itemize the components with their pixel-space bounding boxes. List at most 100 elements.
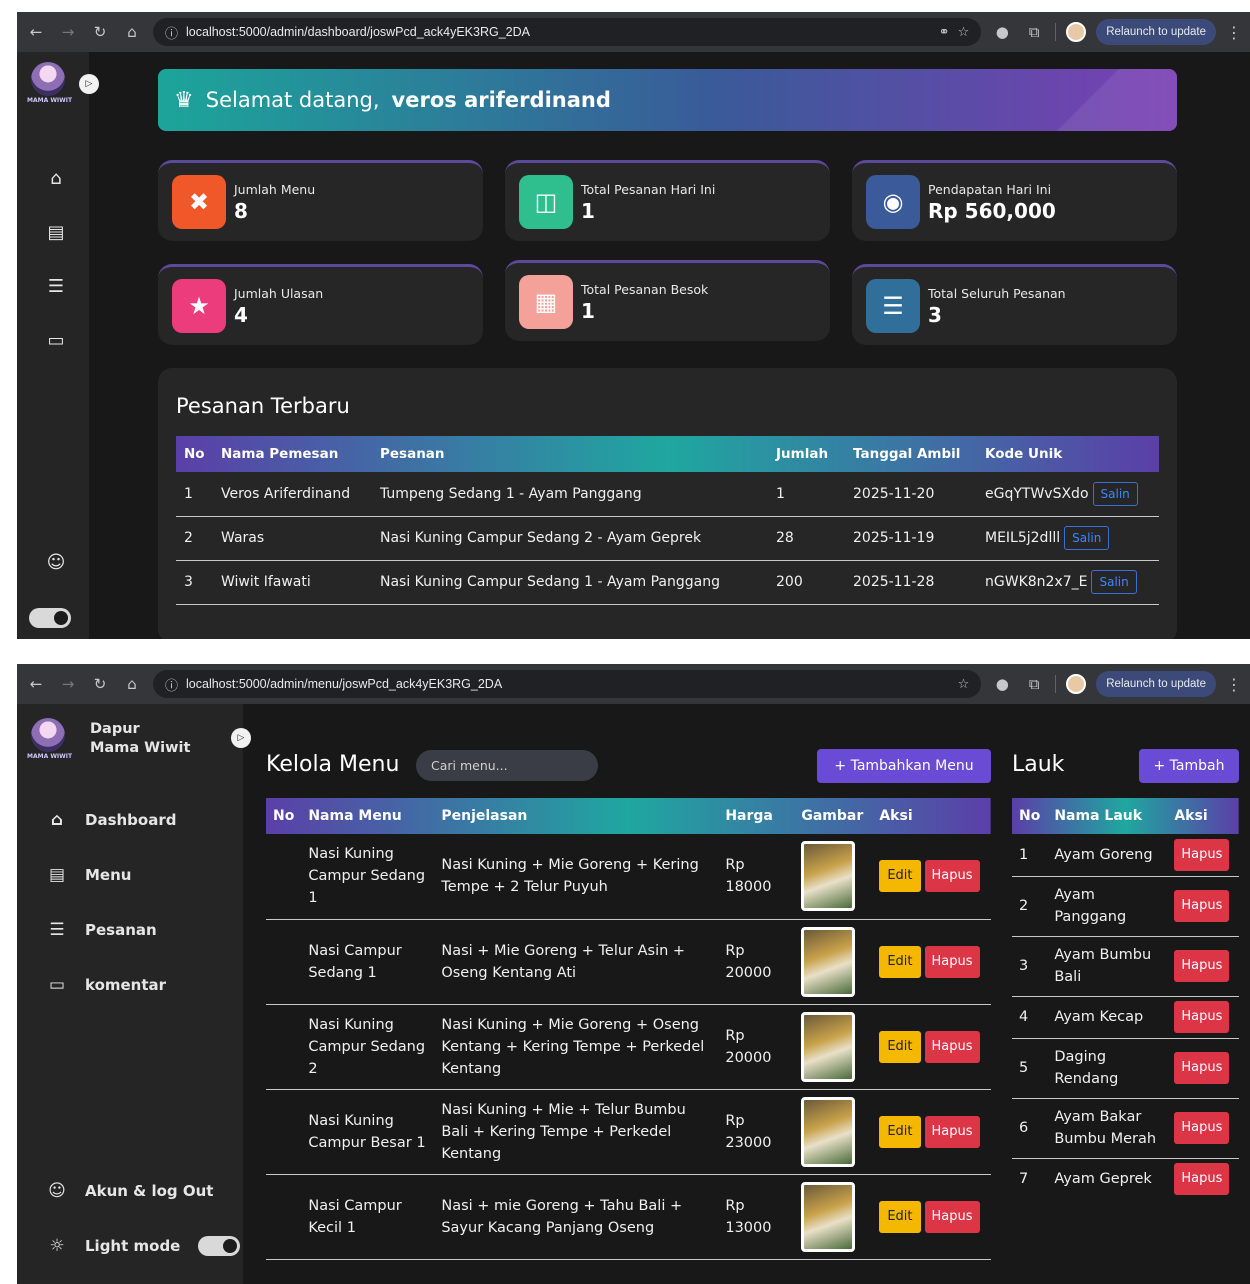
logo[interactable]: MAMA WIWIT — [27, 62, 72, 104]
table-row: 3 Ayam Bumbu Bali Hapus — [1012, 936, 1239, 997]
edit-button[interactable]: Edit — [879, 1115, 921, 1148]
card-value: 4 — [234, 302, 248, 327]
add-menu-button[interactable]: + Tambahkan Menu — [817, 749, 991, 783]
search-input[interactable] — [416, 750, 598, 781]
back-icon[interactable]: ← — [25, 673, 47, 695]
stat-card-reviews: ★ Jumlah Ulasan 4 — [158, 264, 483, 345]
relaunch-button[interactable]: Relaunch to update — [1096, 19, 1216, 45]
cell-actions: Edit Hapus — [872, 1174, 991, 1260]
table-header: No Nama Menu Penjelasan Harga Gambar Aks… — [266, 798, 991, 834]
address-bar[interactable]: ⓘ localhost:5000/admin/menu/joswPcd_ack4… — [153, 670, 982, 698]
reload-icon[interactable]: ↻ — [89, 21, 111, 43]
site-info-icon[interactable]: ⓘ — [165, 675, 178, 694]
bookmark-star-icon[interactable]: ☆ — [958, 677, 970, 692]
menu-kebab-icon[interactable]: ⋮ — [1226, 23, 1242, 42]
delete-button[interactable]: Hapus — [1174, 950, 1230, 982]
food-image — [801, 1181, 856, 1252]
forward-icon[interactable]: → — [57, 21, 79, 43]
column-header: Nama Pemesan — [221, 446, 339, 462]
copy-button[interactable]: Salin — [1091, 570, 1137, 594]
relaunch-button[interactable]: Relaunch to update — [1096, 671, 1216, 697]
cell-actions: Hapus — [1167, 1098, 1239, 1159]
sidebar-toggle-icon[interactable]: ▷ — [231, 728, 251, 748]
reload-icon[interactable]: ↻ — [89, 673, 111, 695]
delete-button[interactable]: Hapus — [1174, 890, 1230, 922]
extensions-icon[interactable]: ⧉ — [1023, 673, 1045, 695]
globe-icon[interactable]: ● — [991, 21, 1013, 43]
cell-no — [266, 834, 302, 920]
copy-button[interactable]: Salin — [1092, 481, 1138, 506]
delete-button[interactable]: Hapus — [924, 1030, 980, 1063]
cell-lauk-name: Ayam Panggang — [1047, 876, 1168, 937]
edit-button[interactable]: Edit — [879, 860, 921, 893]
cell-menu-name: Nasi Kuning Campur Besar 1 — [301, 1089, 435, 1175]
home-icon[interactable]: ⌂ — [121, 21, 143, 43]
comment-icon: ▭ — [48, 975, 66, 995]
sidebar-item-label: Akun & log Out — [85, 1182, 214, 1200]
delete-button[interactable]: Hapus — [1174, 838, 1230, 871]
sidebar-item-komentar[interactable]: ▭ komentar — [47, 975, 166, 995]
stat-card-total-orders: ☰ Total Seluruh Pesanan 3 — [852, 264, 1177, 345]
back-icon[interactable]: ← — [25, 21, 47, 43]
delete-button[interactable]: Hapus — [924, 1200, 980, 1233]
card-label: Total Seluruh Pesanan — [928, 285, 1066, 301]
cell-menu-name: Nasi Campur Kecil 1 — [301, 1174, 435, 1260]
key-icon[interactable]: ⚭ — [939, 25, 950, 40]
sidebar-item-dashboard[interactable]: ⌂ Dashboard — [47, 810, 177, 830]
add-lauk-button[interactable]: + Tambah — [1139, 749, 1239, 783]
delete-button[interactable]: Hapus — [1174, 1052, 1230, 1084]
cell-actions: Edit Hapus — [872, 1004, 991, 1090]
unique-code: nGWK8n2x7_E — [985, 574, 1088, 590]
globe-icon[interactable]: ● — [991, 673, 1013, 695]
list-icon[interactable]: ☰ — [45, 276, 67, 297]
card-value: 1 — [581, 198, 595, 223]
profile-avatar[interactable] — [1066, 674, 1087, 694]
home-icon[interactable]: ⌂ — [45, 168, 67, 189]
menu-card-icon[interactable]: ▤ — [45, 222, 67, 243]
cell-qty: 200 — [768, 560, 845, 605]
user-settings-icon[interactable]: ☺ — [45, 552, 67, 573]
theme-toggle[interactable] — [29, 608, 71, 628]
cell-no: 3 — [1012, 936, 1048, 997]
home-icon[interactable]: ⌂ — [121, 673, 143, 695]
delete-button[interactable]: Hapus — [1174, 1112, 1230, 1144]
edit-button[interactable]: Edit — [879, 945, 921, 978]
sidebar-item-account[interactable]: ☺ Akun & log Out — [47, 1181, 213, 1201]
edit-button[interactable]: Edit — [879, 1200, 921, 1233]
edit-button[interactable]: Edit — [879, 1030, 921, 1063]
menu-kebab-icon[interactable]: ⋮ — [1226, 675, 1242, 694]
cell-price: Rp 13000 — [718, 1174, 795, 1260]
comment-icon[interactable]: ▭ — [45, 330, 67, 351]
cell-lauk-name: Ayam Bumbu Bali — [1047, 936, 1168, 997]
cell-code: nGWK8n2x7_E Salin — [977, 560, 1159, 605]
cell-image — [794, 1174, 873, 1260]
logo[interactable]: MAMA WIWIT — [27, 718, 72, 760]
cell-no: 5 — [1012, 1038, 1048, 1099]
delete-button[interactable]: Hapus — [924, 860, 980, 893]
extensions-icon[interactable]: ⧉ — [1023, 21, 1045, 43]
delete-button[interactable]: Hapus — [924, 1115, 980, 1148]
theme-toggle[interactable] — [198, 1236, 241, 1256]
lauk-title: Lauk — [1012, 752, 1065, 777]
copy-button[interactable]: Salin — [1064, 526, 1110, 550]
sidebar-item-pesanan[interactable]: ☰ Pesanan — [47, 920, 156, 940]
cell-lauk-name: Daging Rendang — [1047, 1038, 1168, 1099]
sidebar-item-label: Dashboard — [85, 811, 177, 829]
bookmark-star-icon[interactable]: ☆ — [958, 25, 970, 40]
cell-name: Wiwit Ifawati — [213, 560, 372, 605]
address-bar[interactable]: ⓘ localhost:5000/admin/dashboard/joswPcd… — [153, 18, 982, 46]
profile-avatar[interactable] — [1066, 22, 1087, 42]
delete-button[interactable]: Hapus — [1174, 1001, 1230, 1033]
delete-button[interactable]: Hapus — [1174, 1163, 1230, 1196]
list-icon: ☰ — [49, 920, 65, 940]
welcome-prefix: Selamat datang, — [205, 88, 380, 112]
sidebar-item-menu[interactable]: ▤ Menu — [47, 865, 132, 885]
forward-icon[interactable]: → — [57, 673, 79, 695]
cell-price: Rp 23000 — [718, 1089, 795, 1175]
site-info-icon[interactable]: ⓘ — [165, 23, 178, 42]
unique-code: eGqYTWvSXdo — [985, 485, 1089, 502]
cell-image — [794, 834, 873, 920]
cell-description: Nasi Kuning + Mie + Telur Bumbu Bali + K… — [434, 1089, 719, 1175]
cell-description: Nasi + Mie Goreng + Telur Asin + Oseng K… — [434, 919, 719, 1005]
delete-button[interactable]: Hapus — [924, 945, 980, 978]
